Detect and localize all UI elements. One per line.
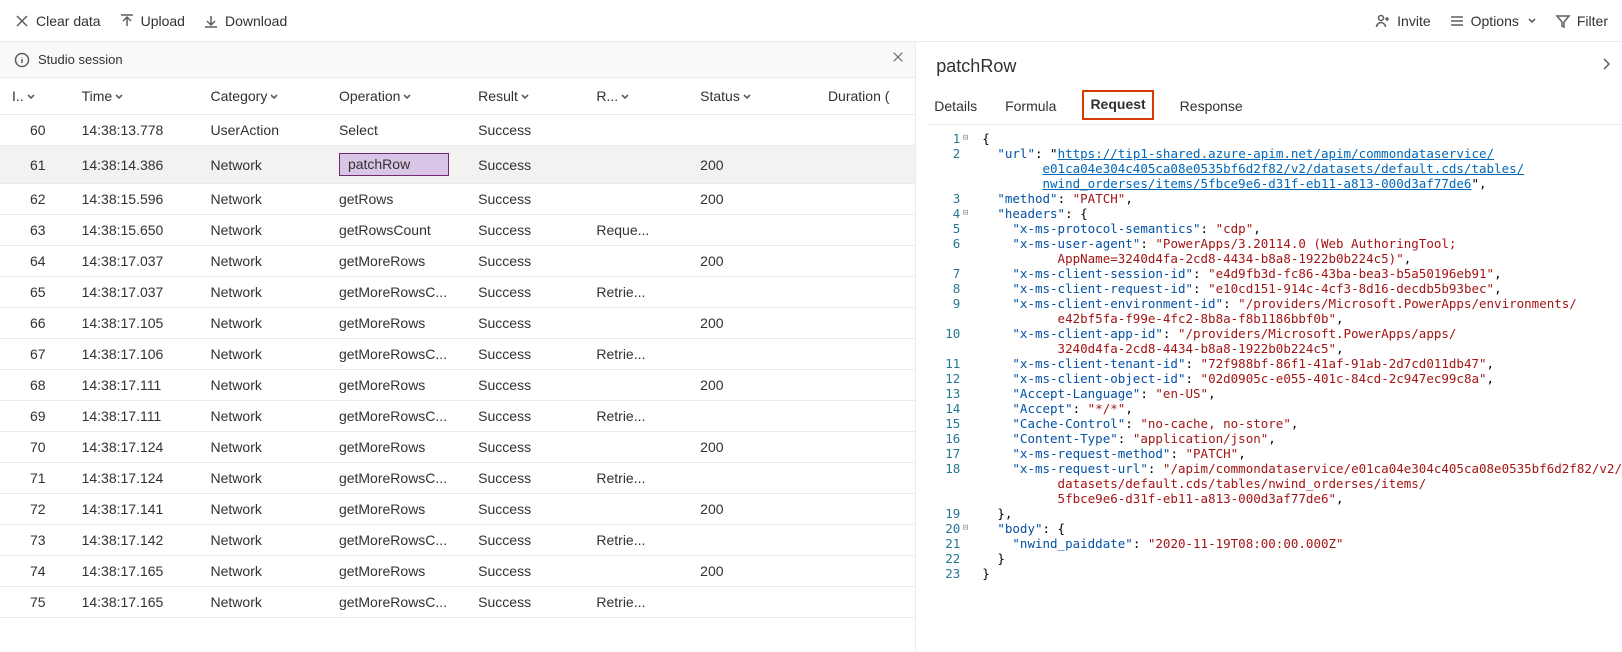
chevron-down-icon xyxy=(114,92,124,102)
session-header: Studio session xyxy=(0,42,915,78)
invite-button[interactable]: Invite xyxy=(1375,13,1430,29)
chevron-down-icon xyxy=(742,92,752,102)
table-row[interactable]: 6314:38:15.650NetworkgetRowsCountSuccess… xyxy=(0,215,915,246)
options-button[interactable]: Options xyxy=(1449,13,1537,29)
col-operation[interactable]: Operation xyxy=(327,78,466,115)
chevron-down-icon xyxy=(26,92,36,102)
upload-button[interactable]: Upload xyxy=(119,13,185,29)
events-table: I.. Time Category Operation Result R... … xyxy=(0,78,915,618)
filter-label: Filter xyxy=(1577,13,1608,29)
detail-pane: patchRow Details Formula Request Respons… xyxy=(916,42,1622,652)
table-row[interactable]: 6014:38:13.778UserActionSelectSuccess xyxy=(0,115,915,146)
col-time[interactable]: Time xyxy=(70,78,199,115)
col-status[interactable]: Status xyxy=(688,78,816,115)
line-gutter: 1⊟234⊟567891011121314151617181920⊟212223 xyxy=(928,131,968,652)
detail-title-bar: patchRow xyxy=(928,42,1622,90)
table-row[interactable]: 7114:38:17.124NetworkgetMoreRowsC...Succ… xyxy=(0,463,915,494)
table-row[interactable]: 7514:38:17.165NetworkgetMoreRowsC...Succ… xyxy=(0,587,915,618)
table-row[interactable]: 6114:38:14.386NetworkpatchRowSuccess200 xyxy=(0,146,915,184)
toolbar: Clear data Upload Download Invite Option… xyxy=(0,0,1622,42)
detail-tabs: Details Formula Request Response xyxy=(928,90,1622,125)
table-row[interactable]: 7214:38:17.141NetworkgetMoreRowsSuccess2… xyxy=(0,494,915,525)
tab-formula[interactable]: Formula xyxy=(1003,90,1058,124)
table-row[interactable]: 6514:38:17.037NetworkgetMoreRowsC...Succ… xyxy=(0,277,915,308)
table-row[interactable]: 6814:38:17.111NetworkgetMoreRowsSuccess2… xyxy=(0,370,915,401)
clear-data-label: Clear data xyxy=(36,13,101,29)
options-label: Options xyxy=(1471,13,1519,29)
monitor-pane: Studio session I.. Time Category Operati… xyxy=(0,42,916,652)
filter-icon xyxy=(1555,13,1571,29)
download-button[interactable]: Download xyxy=(203,13,287,29)
table-row[interactable]: 6914:38:17.111NetworkgetMoreRowsC...Succ… xyxy=(0,401,915,432)
download-icon xyxy=(203,13,219,29)
table-row[interactable]: 6714:38:17.106NetworkgetMoreRowsC...Succ… xyxy=(0,339,915,370)
col-r[interactable]: R... xyxy=(584,78,688,115)
filter-button[interactable]: Filter xyxy=(1555,13,1608,29)
col-id[interactable]: I.. xyxy=(0,78,70,115)
table-row[interactable]: 7414:38:17.165NetworkgetMoreRowsSuccess2… xyxy=(0,556,915,587)
col-duration[interactable]: Duration ( xyxy=(816,78,915,115)
info-icon xyxy=(14,52,30,68)
tab-response[interactable]: Response xyxy=(1178,90,1245,124)
table-row[interactable]: 6214:38:15.596NetworkgetRowsSuccess200 xyxy=(0,184,915,215)
close-icon xyxy=(14,13,30,29)
upload-label: Upload xyxy=(141,13,185,29)
table-row[interactable]: 6614:38:17.105NetworkgetMoreRowsSuccess2… xyxy=(0,308,915,339)
download-label: Download xyxy=(225,13,287,29)
chevron-down-icon xyxy=(520,92,530,102)
chevron-down-icon xyxy=(620,92,630,102)
upload-icon xyxy=(119,13,135,29)
expand-arrow-button[interactable] xyxy=(1598,56,1614,77)
col-category[interactable]: Category xyxy=(199,78,327,115)
table-row[interactable]: 6414:38:17.037NetworkgetMoreRowsSuccess2… xyxy=(0,246,915,277)
clear-data-button[interactable]: Clear data xyxy=(14,13,101,29)
session-label: Studio session xyxy=(38,52,123,67)
col-result[interactable]: Result xyxy=(466,78,584,115)
person-add-icon xyxy=(1375,13,1391,29)
list-icon xyxy=(1449,13,1465,29)
events-table-scroll[interactable]: I.. Time Category Operation Result R... … xyxy=(0,78,915,652)
chevron-down-icon xyxy=(1527,16,1537,26)
table-row[interactable]: 7014:38:17.124NetworkgetMoreRowsSuccess2… xyxy=(0,432,915,463)
code-body: { "url": "https://tip1-shared.azure-apim… xyxy=(968,131,1622,652)
tab-request[interactable]: Request xyxy=(1082,90,1153,120)
table-row[interactable]: 7314:38:17.142NetworkgetMoreRowsC...Succ… xyxy=(0,525,915,556)
close-session-button[interactable] xyxy=(891,50,905,67)
chevron-down-icon xyxy=(269,92,279,102)
request-code-viewer[interactable]: 1⊟234⊟567891011121314151617181920⊟212223… xyxy=(928,125,1622,652)
tab-details[interactable]: Details xyxy=(932,90,979,124)
detail-title: patchRow xyxy=(936,56,1016,77)
chevron-down-icon xyxy=(402,92,412,102)
table-header-row: I.. Time Category Operation Result R... … xyxy=(0,78,915,115)
invite-label: Invite xyxy=(1397,13,1430,29)
